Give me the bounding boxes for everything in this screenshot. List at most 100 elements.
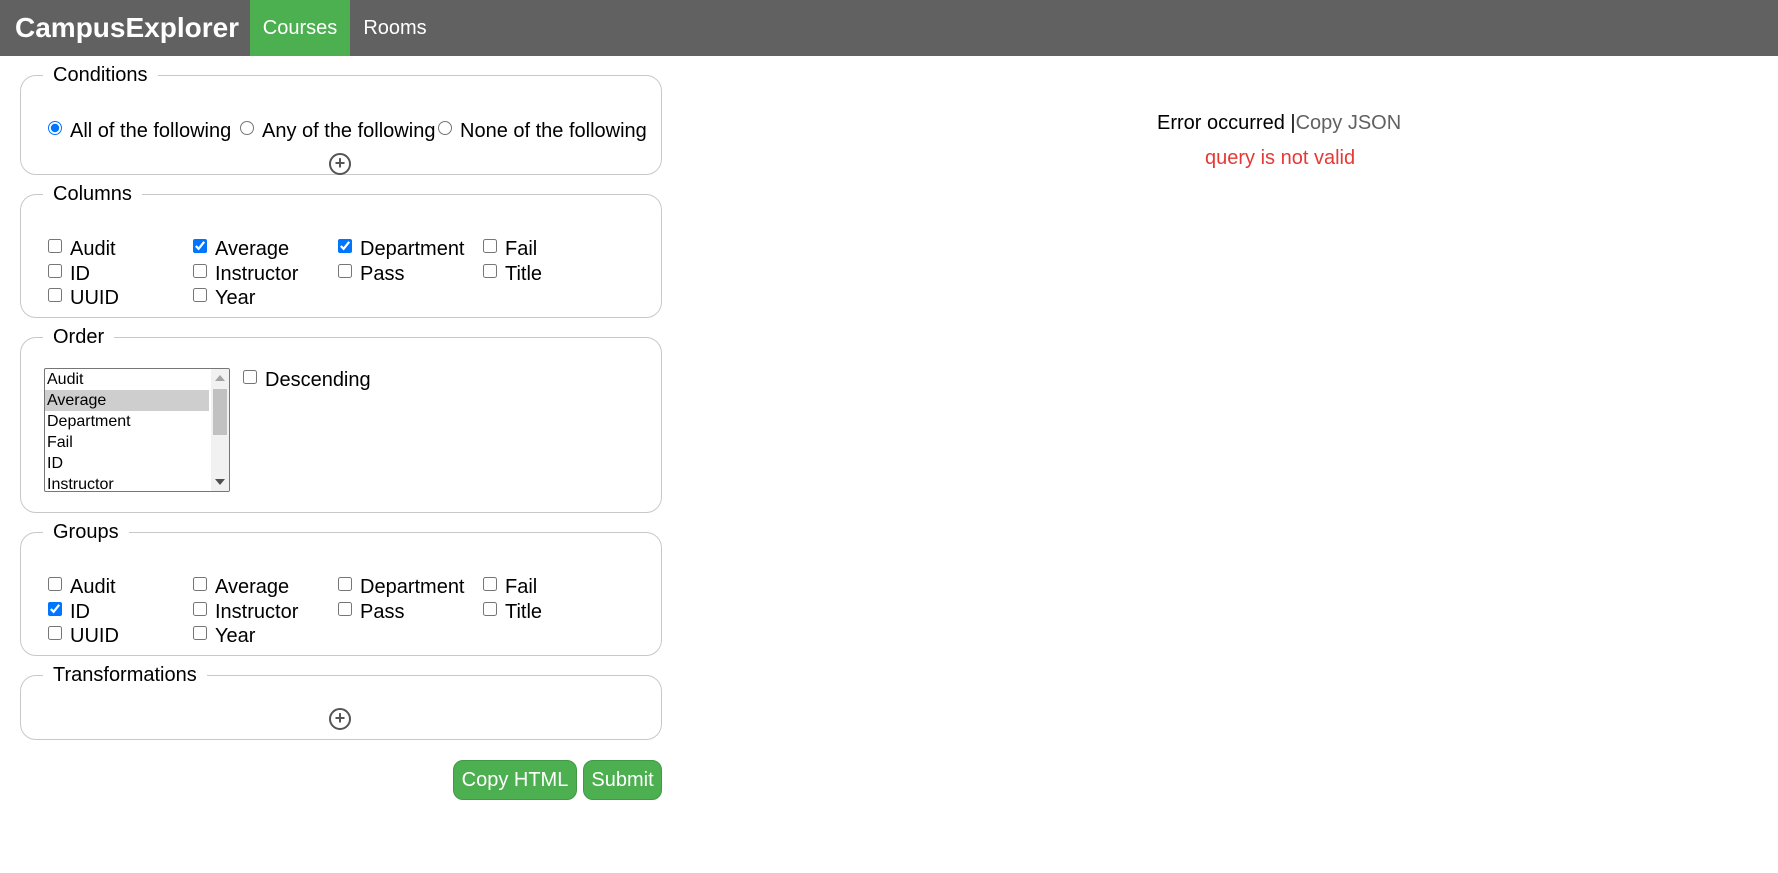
group-title-checkbox[interactable] — [483, 601, 497, 616]
group-uuid-option[interactable]: UUID — [48, 625, 119, 648]
group-title-label: Title — [505, 601, 543, 623]
group-uuid-label: UUID — [70, 625, 119, 647]
condition-all-label: All of the following — [70, 120, 232, 142]
group-audit-checkbox[interactable] — [48, 576, 62, 591]
group-title-option[interactable]: Title — [483, 601, 542, 624]
scrollbar-thumb[interactable] — [213, 389, 227, 435]
copy-json-link[interactable]: Copy JSON — [1296, 112, 1402, 134]
condition-all-option[interactable]: All of the following — [48, 120, 231, 143]
group-id-checkbox[interactable] — [48, 601, 62, 616]
conditions-panel: Conditions All of the following Any of t… — [20, 64, 662, 175]
group-fail-checkbox[interactable] — [483, 576, 497, 591]
error-occurred-text: Error occurred — [1157, 112, 1285, 134]
column-year-checkbox[interactable] — [193, 287, 207, 302]
group-pass-checkbox[interactable] — [338, 601, 352, 616]
order-option[interactable]: ID — [45, 453, 209, 474]
group-year-option[interactable]: Year — [193, 625, 255, 648]
top-nav-bar: CampusExplorer Courses Rooms — [0, 0, 1778, 56]
order-legend: Order — [53, 326, 105, 348]
order-select-list[interactable]: Audit Average Department Fail ID Instruc… — [44, 368, 230, 492]
group-average-label: Average — [215, 576, 290, 598]
condition-any-label: Any of the following — [262, 120, 436, 142]
group-instructor-option[interactable]: Instructor — [193, 601, 298, 624]
group-pass-label: Pass — [360, 601, 405, 623]
order-option[interactable]: Fail — [45, 432, 209, 453]
descending-option[interactable]: Descending — [243, 369, 371, 392]
scroll-down-arrow-icon[interactable] — [215, 479, 225, 485]
group-department-option[interactable]: Department — [338, 576, 465, 599]
group-id-option[interactable]: ID — [48, 601, 90, 624]
column-title-label: Title — [505, 263, 543, 285]
column-pass-checkbox[interactable] — [338, 263, 352, 278]
column-audit-checkbox[interactable] — [48, 238, 62, 253]
column-average-checkbox[interactable] — [193, 238, 207, 253]
column-department-option[interactable]: Department — [338, 238, 465, 261]
column-year-label: Year — [215, 287, 256, 309]
column-title-option[interactable]: Title — [483, 263, 542, 286]
group-year-checkbox[interactable] — [193, 625, 207, 640]
add-transformation-plus-circle-icon[interactable]: + — [329, 708, 351, 730]
group-uuid-checkbox[interactable] — [48, 625, 62, 640]
column-instructor-label: Instructor — [215, 263, 299, 285]
descending-checkbox[interactable] — [243, 369, 257, 384]
column-instructor-option[interactable]: Instructor — [193, 263, 298, 286]
group-fail-option[interactable]: Fail — [483, 576, 537, 599]
group-pass-option[interactable]: Pass — [338, 601, 404, 624]
condition-none-option[interactable]: None of the following — [438, 120, 647, 143]
order-option-selected[interactable]: Average — [45, 390, 209, 411]
add-condition-plus-circle-icon[interactable]: + — [329, 153, 351, 175]
column-uuid-checkbox[interactable] — [48, 287, 62, 302]
column-id-checkbox[interactable] — [48, 263, 62, 278]
group-instructor-checkbox[interactable] — [193, 601, 207, 616]
order-panel: Order Audit Average Department Fail ID I… — [20, 326, 662, 513]
columns-legend: Columns — [53, 183, 132, 205]
group-id-label: ID — [70, 601, 90, 623]
group-department-checkbox[interactable] — [338, 576, 352, 591]
column-audit-option[interactable]: Audit — [48, 238, 116, 261]
condition-any-radio[interactable] — [240, 120, 254, 135]
groups-legend: Groups — [53, 521, 119, 543]
column-fail-option[interactable]: Fail — [483, 238, 537, 261]
group-average-option[interactable]: Average — [193, 576, 289, 599]
group-average-checkbox[interactable] — [193, 576, 207, 591]
column-audit-label: Audit — [70, 238, 116, 260]
error-message: query is not valid — [1205, 147, 1356, 169]
tab-courses[interactable]: Courses — [250, 0, 350, 56]
order-list-scrollbar[interactable] — [211, 369, 229, 491]
column-uuid-option[interactable]: UUID — [48, 287, 119, 310]
conditions-legend: Conditions — [53, 64, 148, 86]
transformations-panel: Transformations + — [20, 664, 662, 740]
group-instructor-label: Instructor — [215, 601, 299, 623]
brand-logo-text: CampusExplorer — [15, 12, 240, 43]
group-fail-label: Fail — [505, 576, 538, 598]
condition-all-radio[interactable] — [48, 120, 62, 135]
column-average-label: Average — [215, 238, 290, 260]
group-audit-option[interactable]: Audit — [48, 576, 116, 599]
tab-rooms[interactable]: Rooms — [350, 0, 440, 56]
copy-html-button[interactable]: Copy HTML — [453, 760, 577, 800]
column-title-checkbox[interactable] — [483, 263, 497, 278]
column-pass-label: Pass — [360, 263, 405, 285]
column-uuid-label: UUID — [70, 287, 119, 309]
column-year-option[interactable]: Year — [193, 287, 255, 310]
group-year-label: Year — [215, 625, 256, 647]
column-department-checkbox[interactable] — [338, 238, 352, 253]
order-option[interactable]: Instructor — [45, 474, 209, 491]
descending-label: Descending — [265, 369, 371, 391]
group-department-label: Department — [360, 576, 465, 598]
column-average-option[interactable]: Average — [193, 238, 289, 261]
condition-any-option[interactable]: Any of the following — [240, 120, 435, 143]
submit-button[interactable]: Submit — [583, 760, 662, 800]
order-option[interactable]: Department — [45, 411, 209, 432]
column-instructor-checkbox[interactable] — [193, 263, 207, 278]
order-option[interactable]: Audit — [45, 369, 209, 390]
column-fail-label: Fail — [505, 238, 538, 260]
scroll-up-arrow-icon[interactable] — [215, 375, 225, 381]
column-fail-checkbox[interactable] — [483, 238, 497, 253]
group-audit-label: Audit — [70, 576, 116, 598]
result-status-line: Error occurred |Copy JSON — [1157, 112, 1401, 135]
transformations-legend: Transformations — [53, 664, 197, 686]
column-id-option[interactable]: ID — [48, 263, 90, 286]
column-pass-option[interactable]: Pass — [338, 263, 404, 286]
condition-none-radio[interactable] — [438, 120, 452, 135]
